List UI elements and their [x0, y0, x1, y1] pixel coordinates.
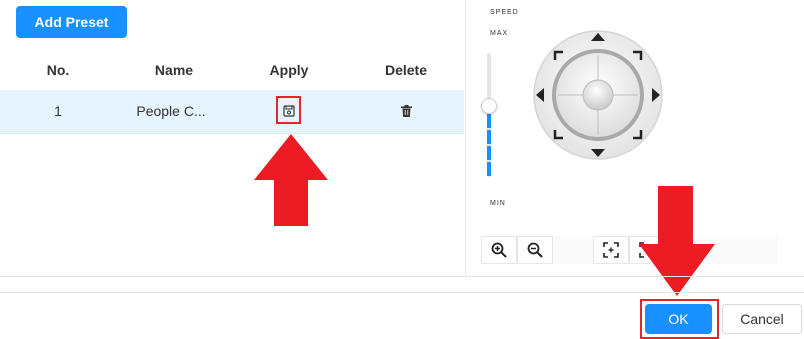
row-name: People C... [136, 103, 206, 119]
speed-fill-segment [487, 162, 491, 176]
zoom-in-icon [491, 242, 507, 258]
annotation-arrow-down [639, 186, 715, 296]
table-row[interactable]: 1 People C... [0, 90, 464, 134]
column-no: No. [46, 62, 70, 78]
speed-fill-segment [487, 130, 491, 144]
column-name: Name [154, 62, 194, 78]
ok-button[interactable]: OK [645, 304, 712, 334]
row-number: 1 [54, 103, 62, 119]
speed-slider-handle[interactable] [481, 98, 497, 114]
table-header: No. Name Apply Delete [0, 50, 464, 91]
annotation-arrow-up [254, 134, 328, 226]
footer-divider [0, 292, 804, 293]
speed-fill-segment [487, 146, 491, 160]
zoom-in-button[interactable] [481, 236, 517, 264]
apply-highlight-box [276, 96, 301, 124]
focus-near-button[interactable] [593, 236, 629, 264]
speed-min-label: MIN [490, 200, 506, 207]
column-apply: Apply [269, 62, 309, 78]
add-preset-button[interactable]: Add Preset [16, 6, 127, 38]
delete-button[interactable] [396, 90, 416, 133]
panel-bottom-border [0, 276, 804, 277]
trash-icon [400, 105, 412, 117]
speed-fill-segment [487, 114, 491, 128]
column-delete: Delete [384, 62, 428, 78]
zoom-out-icon [527, 242, 543, 258]
ptz-toolbar [481, 236, 778, 264]
speed-label: SPEED [490, 9, 519, 16]
zoom-out-button[interactable] [517, 236, 553, 264]
panel-divider [465, 0, 466, 276]
cancel-button[interactable]: Cancel [722, 304, 802, 334]
speed-max-label: MAX [490, 30, 509, 37]
focus-frame-icon [603, 242, 619, 258]
ptz-joystick[interactable] [531, 28, 665, 162]
